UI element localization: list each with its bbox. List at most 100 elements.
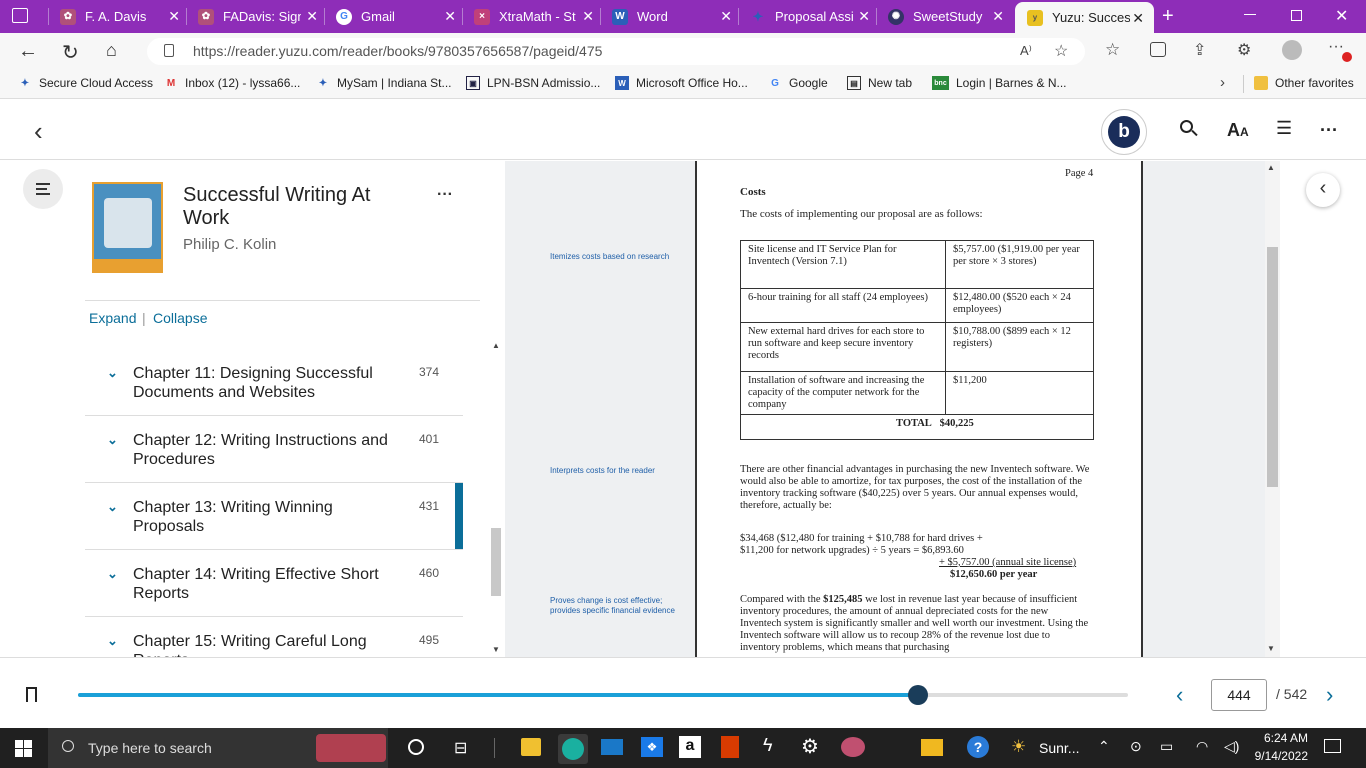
tab-yuzu[interactable]: y Yuzu: Success ✕ xyxy=(1015,2,1154,33)
sidebar-scrollbar-thumb[interactable] xyxy=(491,528,501,596)
chapter-item[interactable]: ⌄ Chapter 14: Writing Effective Short Re… xyxy=(85,550,463,617)
weather-icon[interactable]: ☀ xyxy=(1011,737,1026,757)
dropbox-icon[interactable]: ❖ xyxy=(641,737,663,757)
settings-icon[interactable]: ⚙ xyxy=(801,734,819,759)
chapter-title[interactable]: Chapter 15: Writing Careful Long Reports xyxy=(133,632,403,657)
tab-gmail[interactable]: G Gmail ✕ xyxy=(324,0,466,33)
book-cover[interactable] xyxy=(92,182,163,273)
favorites-icon[interactable]: ☆ xyxy=(1105,40,1120,60)
chevron-down-icon[interactable]: ⌄ xyxy=(107,365,118,381)
taskbar-edge-button[interactable] xyxy=(558,734,588,764)
scrollbar-thumb[interactable] xyxy=(1267,247,1278,487)
tab-fadavis-sign[interactable]: ✿ FADavis: Sign ✕ xyxy=(186,0,328,33)
clock-time[interactable]: 6:24 AM xyxy=(1248,731,1308,745)
chevron-up-icon[interactable]: ⌃ xyxy=(1098,738,1110,755)
bookmark-icon[interactable] xyxy=(26,687,37,702)
close-icon[interactable]: ✕ xyxy=(992,8,1004,25)
collections-icon[interactable] xyxy=(1150,42,1166,57)
read-aloud-icon[interactable]: A⁾ xyxy=(1020,43,1032,59)
windows-start-icon[interactable] xyxy=(15,740,32,757)
panel-toggle-button[interactable]: ‹ xyxy=(1306,173,1340,207)
chevron-down-icon[interactable]: ⌄ xyxy=(107,499,118,515)
chapter-title[interactable]: Chapter 12: Writing Instructions and Pro… xyxy=(133,431,403,469)
refresh-icon[interactable]: ↻ xyxy=(62,40,79,65)
scroll-down-icon[interactable]: ▼ xyxy=(492,645,500,654)
progress-knob[interactable] xyxy=(908,685,928,705)
tab-word[interactable]: W Word ✕ xyxy=(600,0,742,33)
lightning-icon[interactable]: ϟ xyxy=(763,735,773,756)
next-page-icon[interactable]: › xyxy=(1326,682,1333,708)
taskbar-search-box[interactable]: Type here to search xyxy=(48,728,388,768)
favorite-newtab[interactable]: ▤ New tab xyxy=(847,76,912,90)
favorite-office[interactable]: W Microsoft Office Ho... xyxy=(615,76,748,90)
close-icon[interactable]: ✕ xyxy=(306,8,318,25)
profile-avatar[interactable] xyxy=(1282,40,1302,60)
chevron-down-icon[interactable]: ⌄ xyxy=(107,566,118,582)
weather-text[interactable]: Sunr... xyxy=(1039,740,1079,756)
tab-proposal[interactable]: ✦ Proposal Assi ✕ xyxy=(738,0,880,33)
favorite-secure-cloud[interactable]: ✦ Secure Cloud Access xyxy=(18,76,153,90)
chapter-title[interactable]: Chapter 13: Writing Winning Proposals xyxy=(133,498,403,536)
menu-button[interactable] xyxy=(23,169,63,209)
volume-icon[interactable]: ◁) xyxy=(1224,738,1239,755)
more-options-icon[interactable]: ··· xyxy=(1320,120,1338,141)
tab-fadavis[interactable]: ✿ F. A. Davis ✕ xyxy=(48,0,190,33)
book-options-icon[interactable]: ··· xyxy=(437,186,453,204)
settings-menu-icon[interactable]: ··· xyxy=(1328,38,1344,56)
scroll-up-icon[interactable]: ▲ xyxy=(492,341,500,350)
favorite-mysam[interactable]: ✦ MySam | Indiana St... xyxy=(316,76,452,90)
wifi-icon[interactable]: ◠ xyxy=(1196,738,1208,755)
chapter-item-active[interactable]: ⌄ Chapter 13: Writing Winning Proposals … xyxy=(85,483,463,550)
back-icon[interactable]: ← xyxy=(18,40,38,63)
new-tab-icon[interactable]: + xyxy=(1162,5,1174,28)
url-text[interactable]: https://reader.yuzu.com/reader/books/978… xyxy=(193,43,602,59)
back-chevron-icon[interactable]: ‹ xyxy=(34,116,43,147)
home-icon[interactable]: ⌂ xyxy=(106,40,117,61)
collapse-link[interactable]: Collapse xyxy=(153,310,207,326)
clock-date[interactable]: 9/14/2022 xyxy=(1248,749,1308,763)
tab-xtramath[interactable]: × XtraMath - St ✕ xyxy=(462,0,604,33)
other-favorites[interactable]: Other favorites xyxy=(1254,76,1354,90)
favorite-bnc[interactable]: bnc Login | Barnes & N... xyxy=(932,76,1067,90)
lock-icon[interactable] xyxy=(164,44,174,57)
content-scrollbar[interactable]: ▲ ▼ xyxy=(1265,161,1280,657)
minimize-icon[interactable] xyxy=(1244,14,1256,15)
chapter-title[interactable]: Chapter 11: Designing Successful Documen… xyxy=(133,364,403,402)
help-icon[interactable]: ? xyxy=(967,736,989,758)
favorite-google[interactable]: G Google xyxy=(768,76,828,90)
extensions-icon[interactable]: ⚙ xyxy=(1237,40,1251,60)
store-icon[interactable] xyxy=(521,738,541,756)
mail-icon[interactable] xyxy=(601,739,623,755)
prev-page-icon[interactable]: ‹ xyxy=(1176,682,1183,708)
close-icon[interactable]: ✕ xyxy=(720,8,732,25)
chapter-item[interactable]: ⌄ Chapter 15: Writing Careful Long Repor… xyxy=(85,617,463,657)
office-icon[interactable] xyxy=(721,736,739,758)
chevron-down-icon[interactable]: ⌄ xyxy=(107,633,118,649)
scroll-down-icon[interactable]: ▼ xyxy=(1267,644,1275,653)
text-size-icon[interactable]: AA xyxy=(1227,120,1249,141)
battery-icon[interactable]: ▭ xyxy=(1160,738,1173,755)
bookmarks-list-icon[interactable]: ☰ xyxy=(1276,118,1292,139)
progress-track[interactable] xyxy=(78,685,1128,705)
tab-sweetstudy[interactable]: ✺ SweetStudy ✕ xyxy=(876,0,1014,33)
chapter-item[interactable]: ⌄ Chapter 12: Writing Instructions and P… xyxy=(85,416,463,483)
brand-badge[interactable]: b xyxy=(1101,109,1147,155)
restore-icon[interactable] xyxy=(1291,10,1302,21)
file-explorer-icon[interactable] xyxy=(921,739,943,756)
chevron-right-icon[interactable]: › xyxy=(1220,74,1225,91)
tab-actions-icon[interactable] xyxy=(12,8,28,23)
scroll-up-icon[interactable]: ▲ xyxy=(1267,163,1275,172)
favorite-inbox[interactable]: M Inbox (12) - lyssa66... xyxy=(164,76,301,90)
meet-icon[interactable]: ⊙ xyxy=(1130,738,1142,755)
app-icon[interactable] xyxy=(841,737,865,757)
share-icon[interactable]: ⇪ xyxy=(1193,40,1206,60)
chapter-title[interactable]: Chapter 14: Writing Effective Short Repo… xyxy=(133,565,403,603)
chevron-down-icon[interactable]: ⌄ xyxy=(107,432,118,448)
close-icon[interactable]: ✕ xyxy=(582,8,594,25)
notifications-icon[interactable] xyxy=(1324,739,1341,753)
close-icon[interactable]: ✕ xyxy=(1132,10,1144,27)
add-favorite-icon[interactable]: ☆ xyxy=(1054,41,1068,61)
favorite-lpn[interactable]: ▣ LPN-BSN Admissio... xyxy=(466,76,600,90)
window-close-icon[interactable]: ✕ xyxy=(1335,6,1348,26)
chapter-item[interactable]: ⌄ Chapter 11: Designing Successful Docum… xyxy=(85,349,463,416)
